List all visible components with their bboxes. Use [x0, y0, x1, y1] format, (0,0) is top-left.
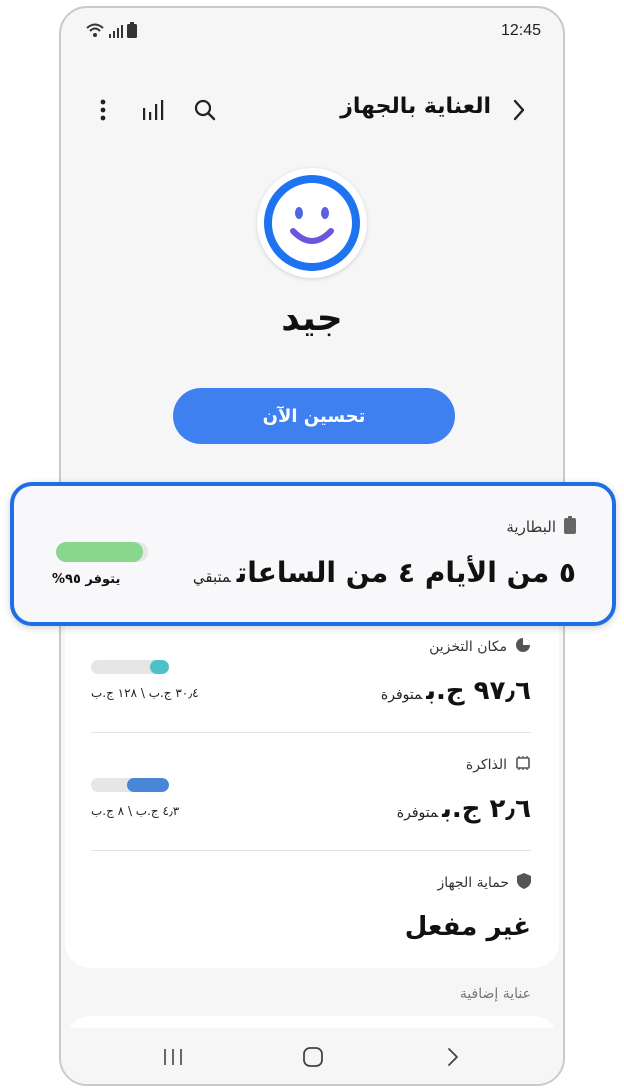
divider: [91, 850, 531, 851]
protection-section[interactable]: حماية الجهاز غير مفعل: [91, 872, 531, 952]
back-icon[interactable]: [505, 94, 533, 126]
memory-usage-text: ٤٫٣ ج.ب \ ٨ ج.ب: [91, 804, 180, 818]
memory-value-row: ٢٫٦ ج.بمتوفرة: [397, 794, 531, 824]
storage-usage-fill: [150, 660, 169, 674]
memory-suffix: متوفرة: [396, 805, 439, 821]
storage-section[interactable]: مكان التخزين ٩٧٫٦ ج.بمتوفرة ٣٠٫٤ ج.ب \ ١…: [91, 636, 531, 726]
overall-status: جيد: [281, 298, 343, 339]
page-title: العناية بالجهاز: [340, 94, 491, 119]
optimize-now-button[interactable]: تحسين الآن: [173, 388, 455, 444]
storage-suffix: متوفرة: [380, 687, 423, 703]
status-icons: [85, 22, 137, 42]
battery-title: البطارية: [506, 518, 556, 536]
stats-icon[interactable]: [137, 94, 169, 126]
battery-card[interactable]: البطارية ٥ من الأيام ٤ من الساعات متبقي ي…: [10, 482, 616, 626]
memory-usage-bar: [91, 778, 169, 792]
storage-title: مكان التخزين: [429, 639, 507, 655]
shield-icon: [517, 873, 531, 893]
pie-icon: [515, 637, 531, 657]
battery-value-row: ٥ من الأيام ٤ من الساعات متبقي: [193, 556, 576, 589]
storage-header: مكان التخزين: [91, 636, 531, 658]
storage-usage-bar: [91, 660, 169, 674]
battery-value: ٥ من الأيام ٤ من الساعات: [236, 556, 576, 589]
memory-header: الذاكرة: [91, 754, 531, 776]
battery-level-fill: [56, 542, 144, 562]
battery-header: البطارية: [506, 516, 576, 538]
chip-icon: [515, 756, 531, 774]
memory-title: الذاكرة: [465, 757, 507, 773]
navigation-bar: [61, 1028, 563, 1084]
protection-title: حماية الجهاز: [437, 875, 509, 891]
battery-available-text: يتوفر ٩٥%: [52, 572, 121, 587]
status-bar: 12:45: [61, 8, 563, 58]
storage-usage-text: ٣٠٫٤ ج.ب \ ١٢٨ ج.ب: [91, 686, 199, 700]
battery-icon: [564, 516, 576, 538]
storage-value-row: ٩٧٫٦ ج.بمتوفرة: [381, 676, 531, 706]
memory-value: ٢٫٦ ج.ب: [442, 794, 531, 824]
memory-section[interactable]: الذاكرة ٢٫٦ ج.بمتوفرة ٤٫٣ ج.ب \ ٨ ج.ب: [91, 754, 531, 844]
smiley-icon: [257, 168, 367, 278]
status-time: 12:45: [500, 22, 541, 39]
storage-value: ٩٧٫٦ ج.ب: [426, 676, 531, 706]
search-icon[interactable]: [189, 94, 221, 126]
back-nav-icon[interactable]: [433, 1042, 473, 1072]
extra-care-label: عناية إضافية: [459, 986, 531, 1002]
signal-icon: [109, 23, 123, 42]
more-icon[interactable]: [91, 94, 115, 126]
memory-usage-fill: [126, 778, 169, 792]
protection-value: غير مفعل: [404, 912, 531, 942]
wifi-icon: [85, 22, 105, 42]
home-icon[interactable]: [293, 1042, 333, 1072]
battery-icon: [127, 22, 137, 42]
battery-level-bar: [56, 542, 148, 562]
divider: [91, 732, 531, 733]
battery-suffix: متبقي: [192, 568, 231, 586]
app-bar: العناية بالجهاز: [61, 88, 563, 132]
protection-header: حماية الجهاز: [91, 872, 531, 894]
recents-icon[interactable]: [153, 1042, 193, 1072]
